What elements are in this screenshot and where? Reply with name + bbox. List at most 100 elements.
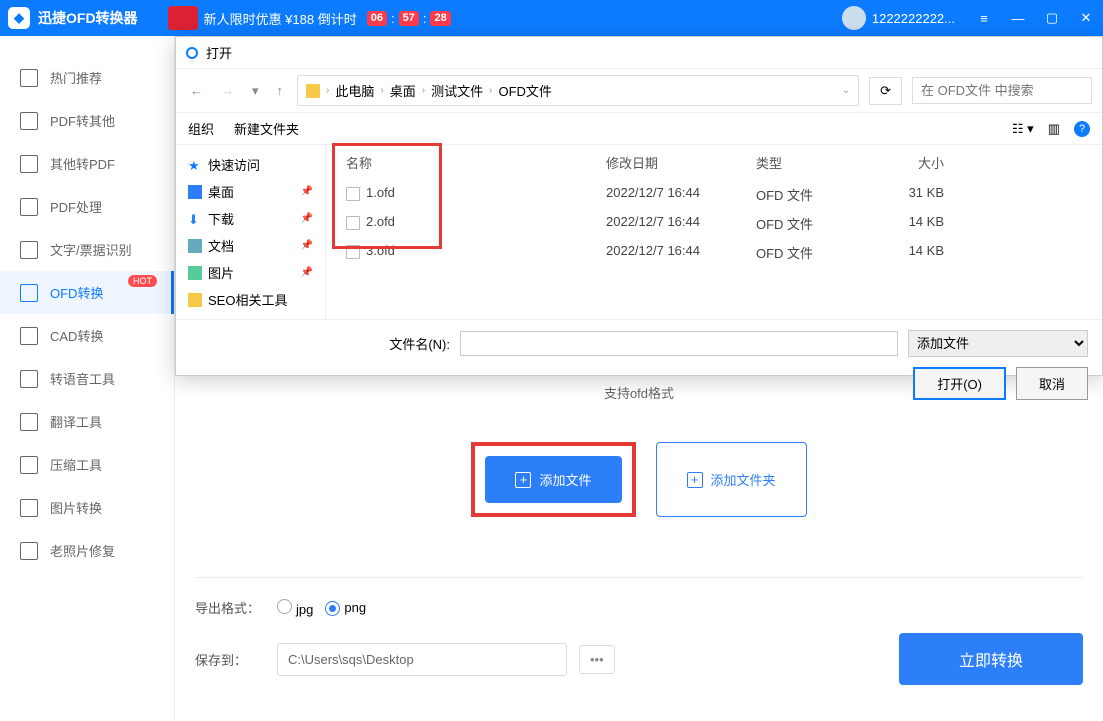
chevron-down-icon[interactable]: ▾ xyxy=(248,79,263,103)
save-path-input[interactable] xyxy=(277,643,567,676)
envelope-icon xyxy=(168,6,198,30)
col-size[interactable]: 大小 xyxy=(870,153,950,172)
forward-icon[interactable]: → xyxy=(217,79,238,102)
filetype-select[interactable]: 添加文件 xyxy=(908,330,1088,357)
organize-menu[interactable]: 组织 xyxy=(188,119,214,138)
menu-icon[interactable]: ≡ xyxy=(975,9,993,27)
folder-icon xyxy=(306,84,320,98)
photo-icon xyxy=(20,542,38,560)
help-icon[interactable]: ? xyxy=(1074,121,1090,137)
highlight-box: +添加文件 xyxy=(471,442,635,517)
minimize-icon[interactable]: — xyxy=(1009,9,1027,27)
pdf-icon xyxy=(20,112,38,130)
sidebar-item-image[interactable]: 图片转换 xyxy=(0,486,174,529)
process-icon xyxy=(20,198,38,216)
cad-icon xyxy=(20,327,38,345)
translate-icon xyxy=(20,413,38,431)
refresh-icon[interactable]: ⟳ xyxy=(869,77,902,105)
hot-icon xyxy=(20,69,38,87)
browse-button[interactable]: ••• xyxy=(579,645,615,674)
save-to-label: 保存到： xyxy=(195,650,265,669)
app-title: 迅捷OFD转换器 xyxy=(38,8,138,28)
username[interactable]: 1222222222... xyxy=(872,11,955,26)
sidebar-item-cad[interactable]: CAD转换 xyxy=(0,314,174,357)
add-file-button[interactable]: +添加文件 xyxy=(485,456,621,503)
sidebar-item-photo-restore[interactable]: 老照片修复 xyxy=(0,529,174,572)
close-icon[interactable]: ✕ xyxy=(1077,9,1095,27)
sidebar-item-to-pdf[interactable]: 其他转PDF xyxy=(0,142,174,185)
nav-tree: ★快速访问 桌面📌 ⬇下载📌 文档📌 图片📌 SEO相关工具 xyxy=(176,145,326,319)
dialog-title: 打开 xyxy=(206,43,232,62)
audio-icon xyxy=(20,370,38,388)
countdown: 06: 57: 28 xyxy=(367,11,451,26)
add-folder-button[interactable]: +添加文件夹 xyxy=(656,442,807,517)
chevron-down-icon[interactable]: ⌄ xyxy=(842,85,850,96)
app-logo-icon: ◆ xyxy=(8,7,30,29)
folder-icon xyxy=(188,293,202,307)
image-icon xyxy=(20,499,38,517)
dialog-footer: 文件名(N): 添加文件 打开(O) 取消 xyxy=(176,319,1102,410)
promo-banner[interactable]: 新人限时优惠 ¥188 倒计时 06: 57: 28 xyxy=(168,6,451,30)
ofd-icon xyxy=(20,284,38,302)
desktop-icon xyxy=(188,185,202,199)
col-type[interactable]: 类型 xyxy=(750,153,870,172)
search-input[interactable] xyxy=(912,77,1092,104)
file-row[interactable]: 2.ofd2022/12/7 16:44OFD 文件14 KB xyxy=(336,209,1102,238)
pin-icon: 📌 xyxy=(301,213,313,224)
sidebar-item-audio[interactable]: 转语音工具 xyxy=(0,357,174,400)
pic-icon xyxy=(188,266,202,280)
sidebar: 热门推荐 PDF转其他 其他转PDF PDF处理 文字/票据识别 OFD转换HO… xyxy=(0,36,175,721)
file-icon xyxy=(346,245,360,259)
back-icon[interactable]: ← xyxy=(186,79,207,102)
cancel-button[interactable]: 取消 xyxy=(1016,367,1088,400)
radio-jpg[interactable]: jpg xyxy=(277,599,313,617)
output-format-label: 导出格式： xyxy=(195,598,265,617)
file-icon xyxy=(20,155,38,173)
convert-button[interactable]: 立即转换 xyxy=(899,633,1083,685)
radio-png[interactable]: png xyxy=(325,600,366,616)
sidebar-item-ocr[interactable]: 文字/票据识别 xyxy=(0,228,174,271)
download-icon: ⬇ xyxy=(188,212,202,226)
up-icon[interactable]: ↑ xyxy=(273,79,288,102)
file-row[interactable]: 3.ofd2022/12/7 16:44OFD 文件14 KB xyxy=(336,238,1102,267)
compress-icon xyxy=(20,456,38,474)
tree-downloads[interactable]: ⬇下载📌 xyxy=(176,205,325,232)
sidebar-item-compress[interactable]: 压缩工具 xyxy=(0,443,174,486)
maximize-icon[interactable]: ▢ xyxy=(1043,9,1061,27)
hot-badge: HOT xyxy=(128,275,157,287)
col-date[interactable]: 修改日期 xyxy=(600,153,750,172)
pin-icon: 📌 xyxy=(301,267,313,278)
tree-pictures[interactable]: 图片📌 xyxy=(176,259,325,286)
tree-quick-access[interactable]: ★快速访问 xyxy=(176,151,325,178)
file-row[interactable]: 1.ofd2022/12/7 16:44OFD 文件31 KB xyxy=(336,180,1102,209)
dialog-icon xyxy=(186,47,198,59)
avatar-icon[interactable] xyxy=(842,6,866,30)
dialog-nav: ← → ▾ ↑ › 此电脑› 桌面› 测试文件› OFD文件 ⌄ ⟳ xyxy=(176,68,1102,112)
file-icon xyxy=(346,187,360,201)
ocr-icon xyxy=(20,241,38,259)
breadcrumb[interactable]: › 此电脑› 桌面› 测试文件› OFD文件 ⌄ xyxy=(297,75,859,106)
sidebar-item-translate[interactable]: 翻译工具 xyxy=(0,400,174,443)
sidebar-item-hot[interactable]: 热门推荐 xyxy=(0,56,174,99)
sidebar-item-ofd[interactable]: OFD转换HOT xyxy=(0,271,174,314)
sidebar-item-pdf-process[interactable]: PDF处理 xyxy=(0,185,174,228)
new-folder-button[interactable]: 新建文件夹 xyxy=(234,119,299,138)
file-open-dialog: 打开 ← → ▾ ↑ › 此电脑› 桌面› 测试文件› OFD文件 ⌄ ⟳ 组织… xyxy=(175,36,1103,376)
tree-seo-folder[interactable]: SEO相关工具 xyxy=(176,286,325,313)
column-headers: 名称 修改日期 类型 大小 xyxy=(336,145,1102,180)
open-button[interactable]: 打开(O) xyxy=(913,367,1006,400)
star-icon: ★ xyxy=(188,158,202,172)
file-icon xyxy=(346,216,360,230)
bottom-panel: 导出格式： jpg png 保存到： ••• 立即转换 xyxy=(195,577,1083,701)
filename-input[interactable] xyxy=(460,331,898,356)
tree-desktop[interactable]: 桌面📌 xyxy=(176,178,325,205)
dialog-titlebar: 打开 xyxy=(176,37,1102,68)
tree-documents[interactable]: 文档📌 xyxy=(176,232,325,259)
plus-icon: + xyxy=(687,472,703,488)
sidebar-item-pdf-to[interactable]: PDF转其他 xyxy=(0,99,174,142)
pin-icon: 📌 xyxy=(301,186,313,197)
col-name[interactable]: 名称 xyxy=(340,153,600,172)
view-mode-icon[interactable]: ☷ ▾ xyxy=(1012,121,1034,137)
titlebar: ◆ 迅捷OFD转换器 新人限时优惠 ¥188 倒计时 06: 57: 28 12… xyxy=(0,0,1103,36)
preview-pane-icon[interactable]: ▥ xyxy=(1048,121,1060,137)
